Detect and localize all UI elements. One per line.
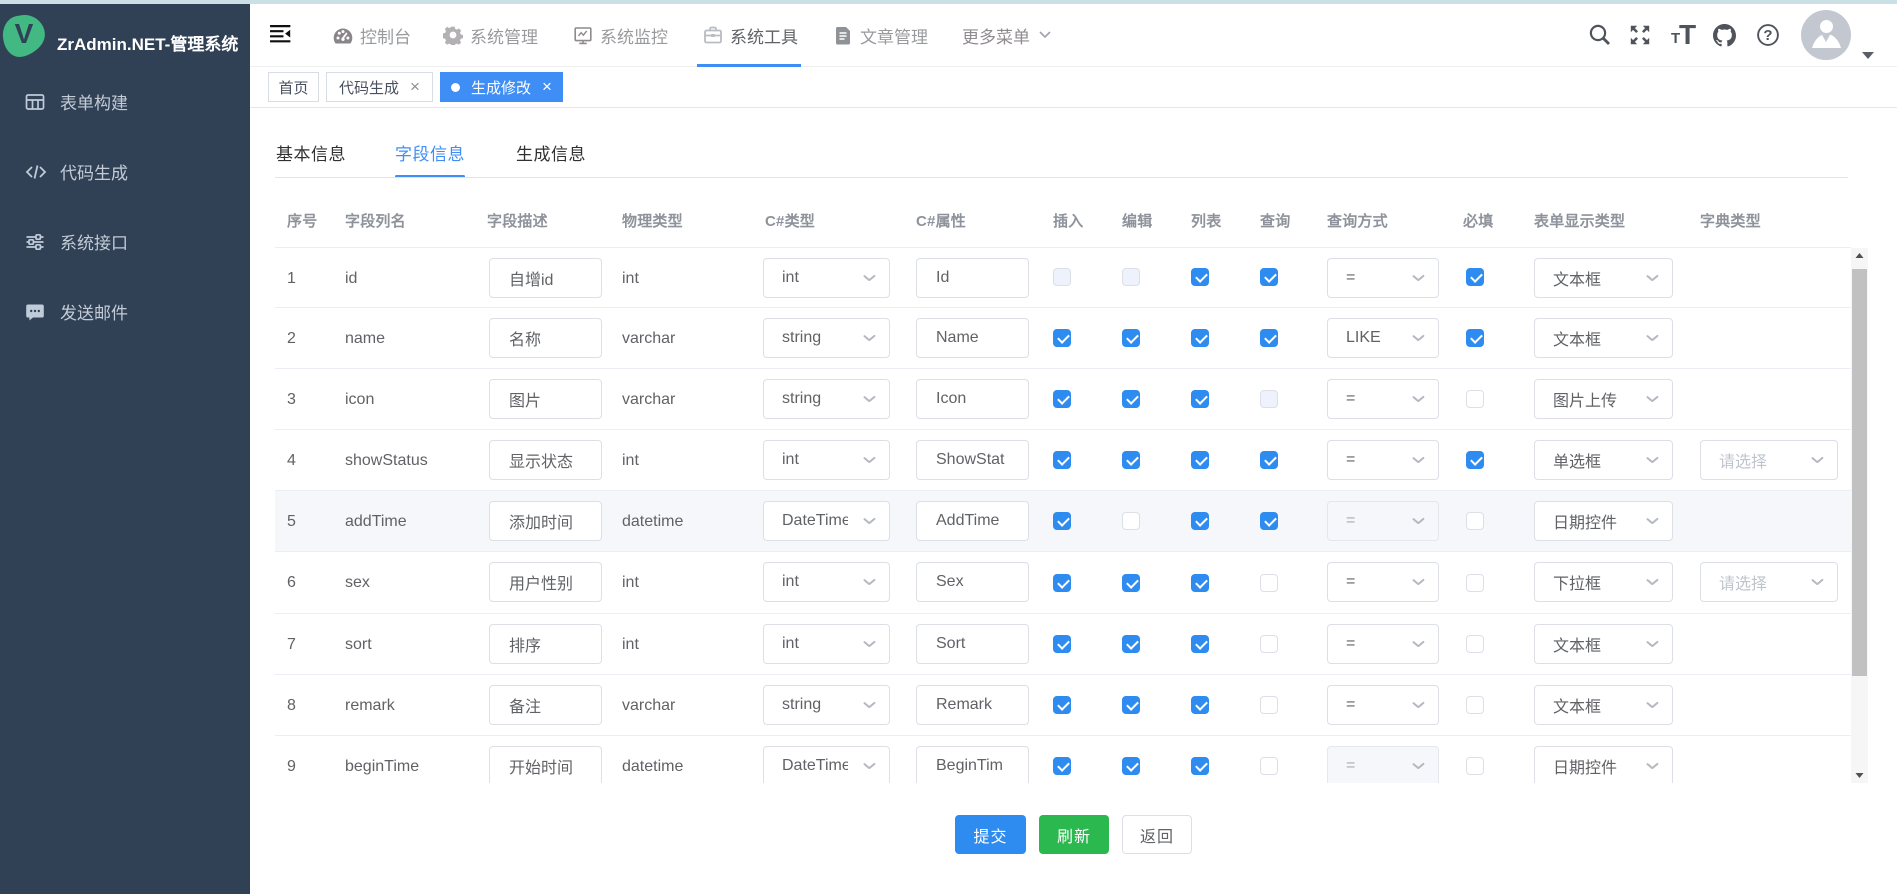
svg-text:?: ? [1763,27,1772,44]
